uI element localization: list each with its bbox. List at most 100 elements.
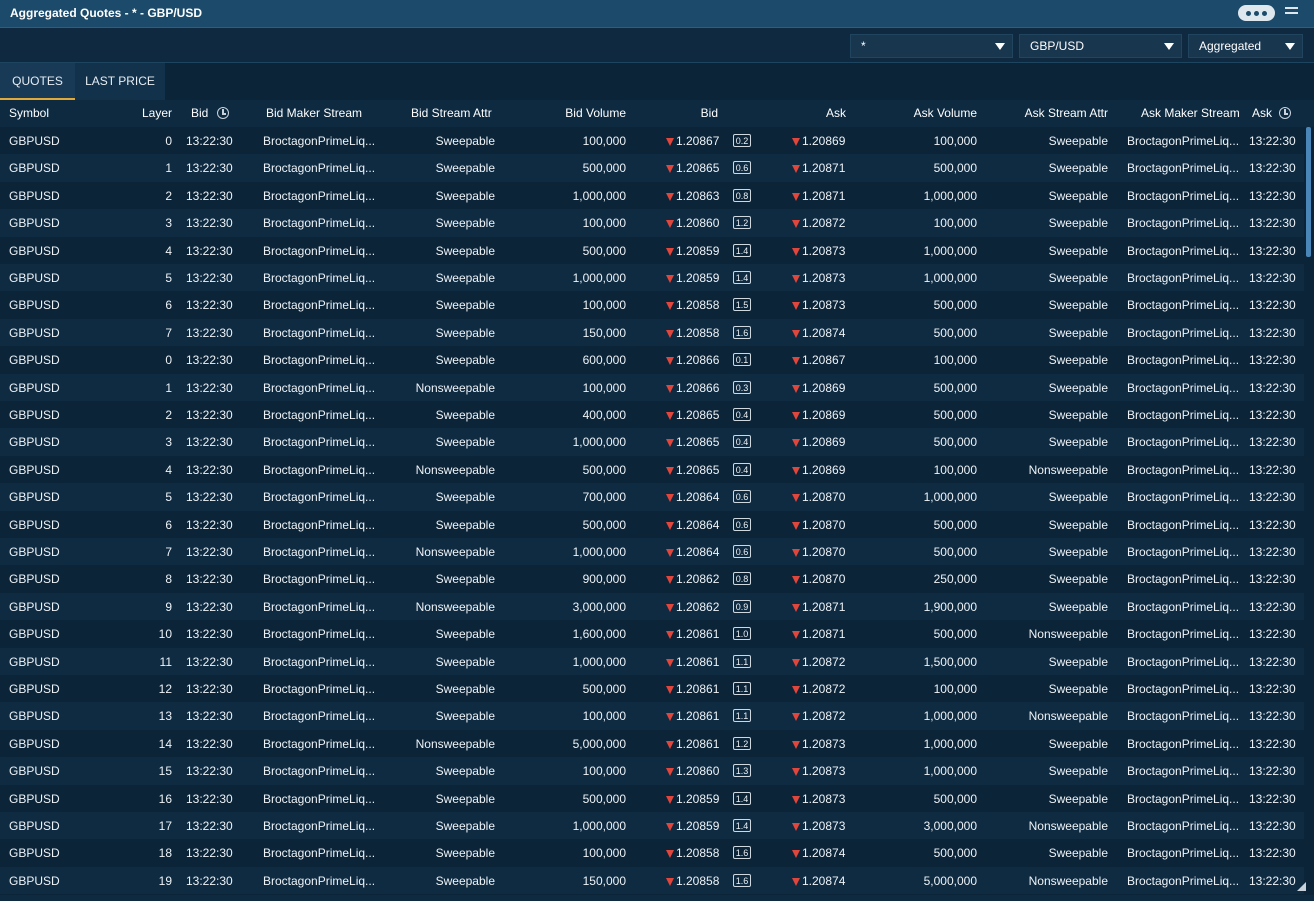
cell-layer: 11 — [159, 654, 172, 669]
table-row[interactable]: GBPUSD 16 13:22:30 BroctagonPrimeLiq... Swee… — [0, 784, 1304, 812]
table-row[interactable]: GBPUSD 5 13:22:30 BroctagonPrimeLiq... Sweep… — [0, 483, 1304, 511]
column-header-symbol[interactable]: Symbol — [9, 106, 49, 120]
cell-bid-volume: 1,000,000 — [572, 188, 626, 203]
column-header-bid-maker-stream[interactable]: Bid Maker Stream — [266, 106, 362, 120]
resize-grip-icon[interactable] — [1297, 882, 1306, 891]
bid-price-value: 1.20861 — [676, 682, 720, 696]
table-row[interactable]: GBPUSD 13 13:22:30 BroctagonPrimeLiq... Swee… — [0, 702, 1304, 730]
mode-filter-select[interactable]: Aggregated — [1188, 34, 1303, 58]
cell-ask-price: 1.20872 — [792, 709, 845, 723]
table-row[interactable]: GBPUSD 6 13:22:30 BroctagonPrimeLiq... Sweep… — [0, 291, 1304, 319]
table-row[interactable]: GBPUSD 2 13:22:30 BroctagonPrimeLiq... Sweep… — [0, 181, 1304, 210]
cell-bid-price: 1.20866 — [666, 381, 719, 395]
table-row[interactable]: GBPUSD 17 13:22:30 BroctagonPrimeLiq... Swee… — [0, 812, 1304, 840]
cell-ask-maker-stream: BroctagonPrimeLiq... — [1127, 216, 1240, 231]
down-arrow-icon — [666, 466, 674, 475]
down-arrow-icon — [666, 877, 674, 886]
cell-ask-maker-stream: BroctagonPrimeLiq... — [1127, 545, 1240, 559]
scrollbar-thumb[interactable] — [1306, 127, 1311, 257]
column-header-ask-time[interactable]: Ask — [1252, 106, 1272, 120]
cell-bid-price: 1.20861 — [666, 627, 719, 641]
table-row[interactable]: GBPUSD 11 13:22:30 BroctagonPrimeLiq... Swee… — [0, 647, 1304, 675]
cell-symbol: GBPUSD — [9, 599, 60, 614]
ask-price-value: 1.20869 — [802, 408, 846, 422]
cell-layer: 4 — [165, 462, 172, 477]
table-row[interactable]: GBPUSD 0 13:22:30 BroctagonPrimeLiq... Sweep… — [0, 127, 1304, 155]
down-arrow-icon — [792, 850, 800, 859]
bid-price-value: 1.20859 — [676, 819, 720, 833]
table-row[interactable]: GBPUSD 0 13:22:30 BroctagonPrimeLiq... Sweep… — [0, 346, 1304, 374]
cell-bid-price: 1.20861 — [666, 655, 719, 669]
ask-price-value: 1.20871 — [802, 161, 846, 176]
column-header-ask-volume[interactable]: Ask Volume — [877, 106, 977, 120]
tab-last-price[interactable]: LAST PRICE — [75, 63, 165, 100]
column-header-bid-volume[interactable]: Bid Volume — [526, 106, 626, 120]
cell-ask-maker-stream: BroctagonPrimeLiq... — [1127, 462, 1240, 477]
table-row[interactable]: GBPUSD 6 13:22:30 BroctagonPrimeLiq... Sweep… — [0, 510, 1304, 538]
cell-bid-maker-stream: BroctagonPrimeLiq... — [263, 353, 376, 368]
menu-icon[interactable] — [1285, 7, 1298, 19]
more-options-icon[interactable] — [1238, 5, 1275, 21]
table-row[interactable]: GBPUSD 7 13:22:30 BroctagonPrimeLiq... Nonsw… — [0, 538, 1304, 566]
cell-ask-time: 13:22:30 — [1249, 517, 1296, 532]
cell-bid-time: 13:22:30 — [186, 188, 233, 203]
cell-bid-price: 1.20865 — [666, 161, 719, 175]
table-row[interactable]: GBPUSD 2 13:22:30 BroctagonPrimeLiq... Sweep… — [0, 401, 1304, 429]
table-row[interactable]: GBPUSD 10 13:22:30 BroctagonPrimeLiq... Swee… — [0, 620, 1304, 648]
cell-bid-price: 1.20864 — [666, 490, 719, 504]
column-header-ask-stream-attr[interactable]: Ask Stream Attr — [1000, 106, 1108, 120]
table-row[interactable]: GBPUSD 1 13:22:30 BroctagonPrimeLiq... Sweep… — [0, 154, 1304, 182]
cell-ask-stream-attr: Sweepable — [1048, 545, 1108, 559]
stream-filter-select[interactable]: * — [850, 34, 1013, 58]
cell-ask-time: 13:22:30 — [1249, 353, 1296, 368]
cell-ask-volume: 100,000 — [933, 353, 977, 368]
table-row[interactable]: GBPUSD 19 13:22:30 BroctagonPrimeLiq... Swee… — [0, 866, 1304, 895]
column-header-bid-stream-attr[interactable]: Bid Stream Attr — [411, 106, 492, 120]
symbol-filter-select[interactable]: GBP/USD — [1019, 34, 1182, 58]
table-row[interactable]: GBPUSD 12 13:22:30 BroctagonPrimeLiq... Swee… — [0, 675, 1304, 703]
vertical-scrollbar[interactable] — [1304, 127, 1314, 895]
table-row[interactable]: GBPUSD 5 13:22:30 BroctagonPrimeLiq... Sweep… — [0, 264, 1304, 292]
tab-quotes[interactable]: QUOTES — [0, 63, 75, 100]
down-arrow-icon — [792, 494, 800, 503]
table-row[interactable]: GBPUSD 3 13:22:30 BroctagonPrimeLiq... Sweep… — [0, 428, 1304, 456]
cell-bid-volume: 500,000 — [582, 517, 626, 532]
cell-ask-volume: 500,000 — [933, 298, 977, 313]
cell-bid-maker-stream: BroctagonPrimeLiq... — [263, 462, 376, 477]
spread-badge: 0.3 — [733, 380, 751, 394]
spread-badge: 1.4 — [733, 791, 751, 805]
column-header-bid[interactable]: Bid — [660, 106, 718, 120]
table-row[interactable]: GBPUSD 18 13:22:30 BroctagonPrimeLiq... Swee… — [0, 839, 1304, 867]
column-header-layer[interactable]: Layer — [120, 106, 172, 120]
stream-filter-value: * — [861, 39, 866, 53]
cell-bid-price: 1.20865 — [666, 408, 719, 422]
cell-layer: 17 — [158, 819, 172, 833]
table-row[interactable]: GBPUSD 8 13:22:30 BroctagonPrimeLiq... Sweep… — [0, 565, 1304, 593]
table-row[interactable]: GBPUSD 4 13:22:30 BroctagonPrimeLiq... Sweep… — [0, 236, 1304, 264]
cell-ask-maker-stream: BroctagonPrimeLiq... — [1127, 627, 1240, 642]
table-row[interactable]: GBPUSD 4 13:22:30 BroctagonPrimeLiq... Nonsw… — [0, 455, 1304, 484]
table-row[interactable]: GBPUSD 14 13:22:30 BroctagonPrimeLiq... Nons… — [0, 729, 1304, 758]
spread-badge: 1.4 — [733, 271, 751, 284]
table-row[interactable]: GBPUSD 1 13:22:30 BroctagonPrimeLiq... Nonsw… — [0, 373, 1304, 401]
down-arrow-icon — [792, 220, 800, 229]
ask-price-value: 1.20873 — [802, 298, 846, 313]
table-row[interactable]: GBPUSD 9 13:22:30 BroctagonPrimeLiq... Nonsw… — [0, 592, 1304, 621]
chevron-down-icon — [1285, 43, 1295, 50]
quotes-table: GBPUSD 0 13:22:30 BroctagonPrimeLiq... Sweep… — [0, 127, 1304, 895]
cell-bid-price: 1.20864 — [666, 518, 719, 532]
column-header-bid-time[interactable]: Bid — [191, 106, 208, 120]
ask-price-value: 1.20869 — [802, 134, 846, 148]
cell-bid-price: 1.20859 — [666, 244, 719, 258]
cell-ask-maker-stream: BroctagonPrimeLiq... — [1127, 161, 1240, 176]
column-header-ask-maker-stream[interactable]: Ask Maker Stream — [1141, 106, 1240, 120]
cell-ask-stream-attr: Sweepable — [1048, 380, 1108, 395]
cell-bid-time: 13:22:30 — [186, 654, 233, 669]
cell-layer: 1 — [165, 161, 172, 176]
table-row[interactable]: GBPUSD 7 13:22:30 BroctagonPrimeLiq... Sweep… — [0, 318, 1304, 347]
cell-bid-price: 1.20863 — [666, 189, 719, 203]
table-row[interactable]: GBPUSD 3 13:22:30 BroctagonPrimeLiq... Sweep… — [0, 209, 1304, 237]
column-header-ask[interactable]: Ask — [790, 106, 846, 120]
cell-ask-volume: 500,000 — [933, 408, 977, 422]
table-row[interactable]: GBPUSD 15 13:22:30 BroctagonPrimeLiq... Swee… — [0, 757, 1304, 785]
